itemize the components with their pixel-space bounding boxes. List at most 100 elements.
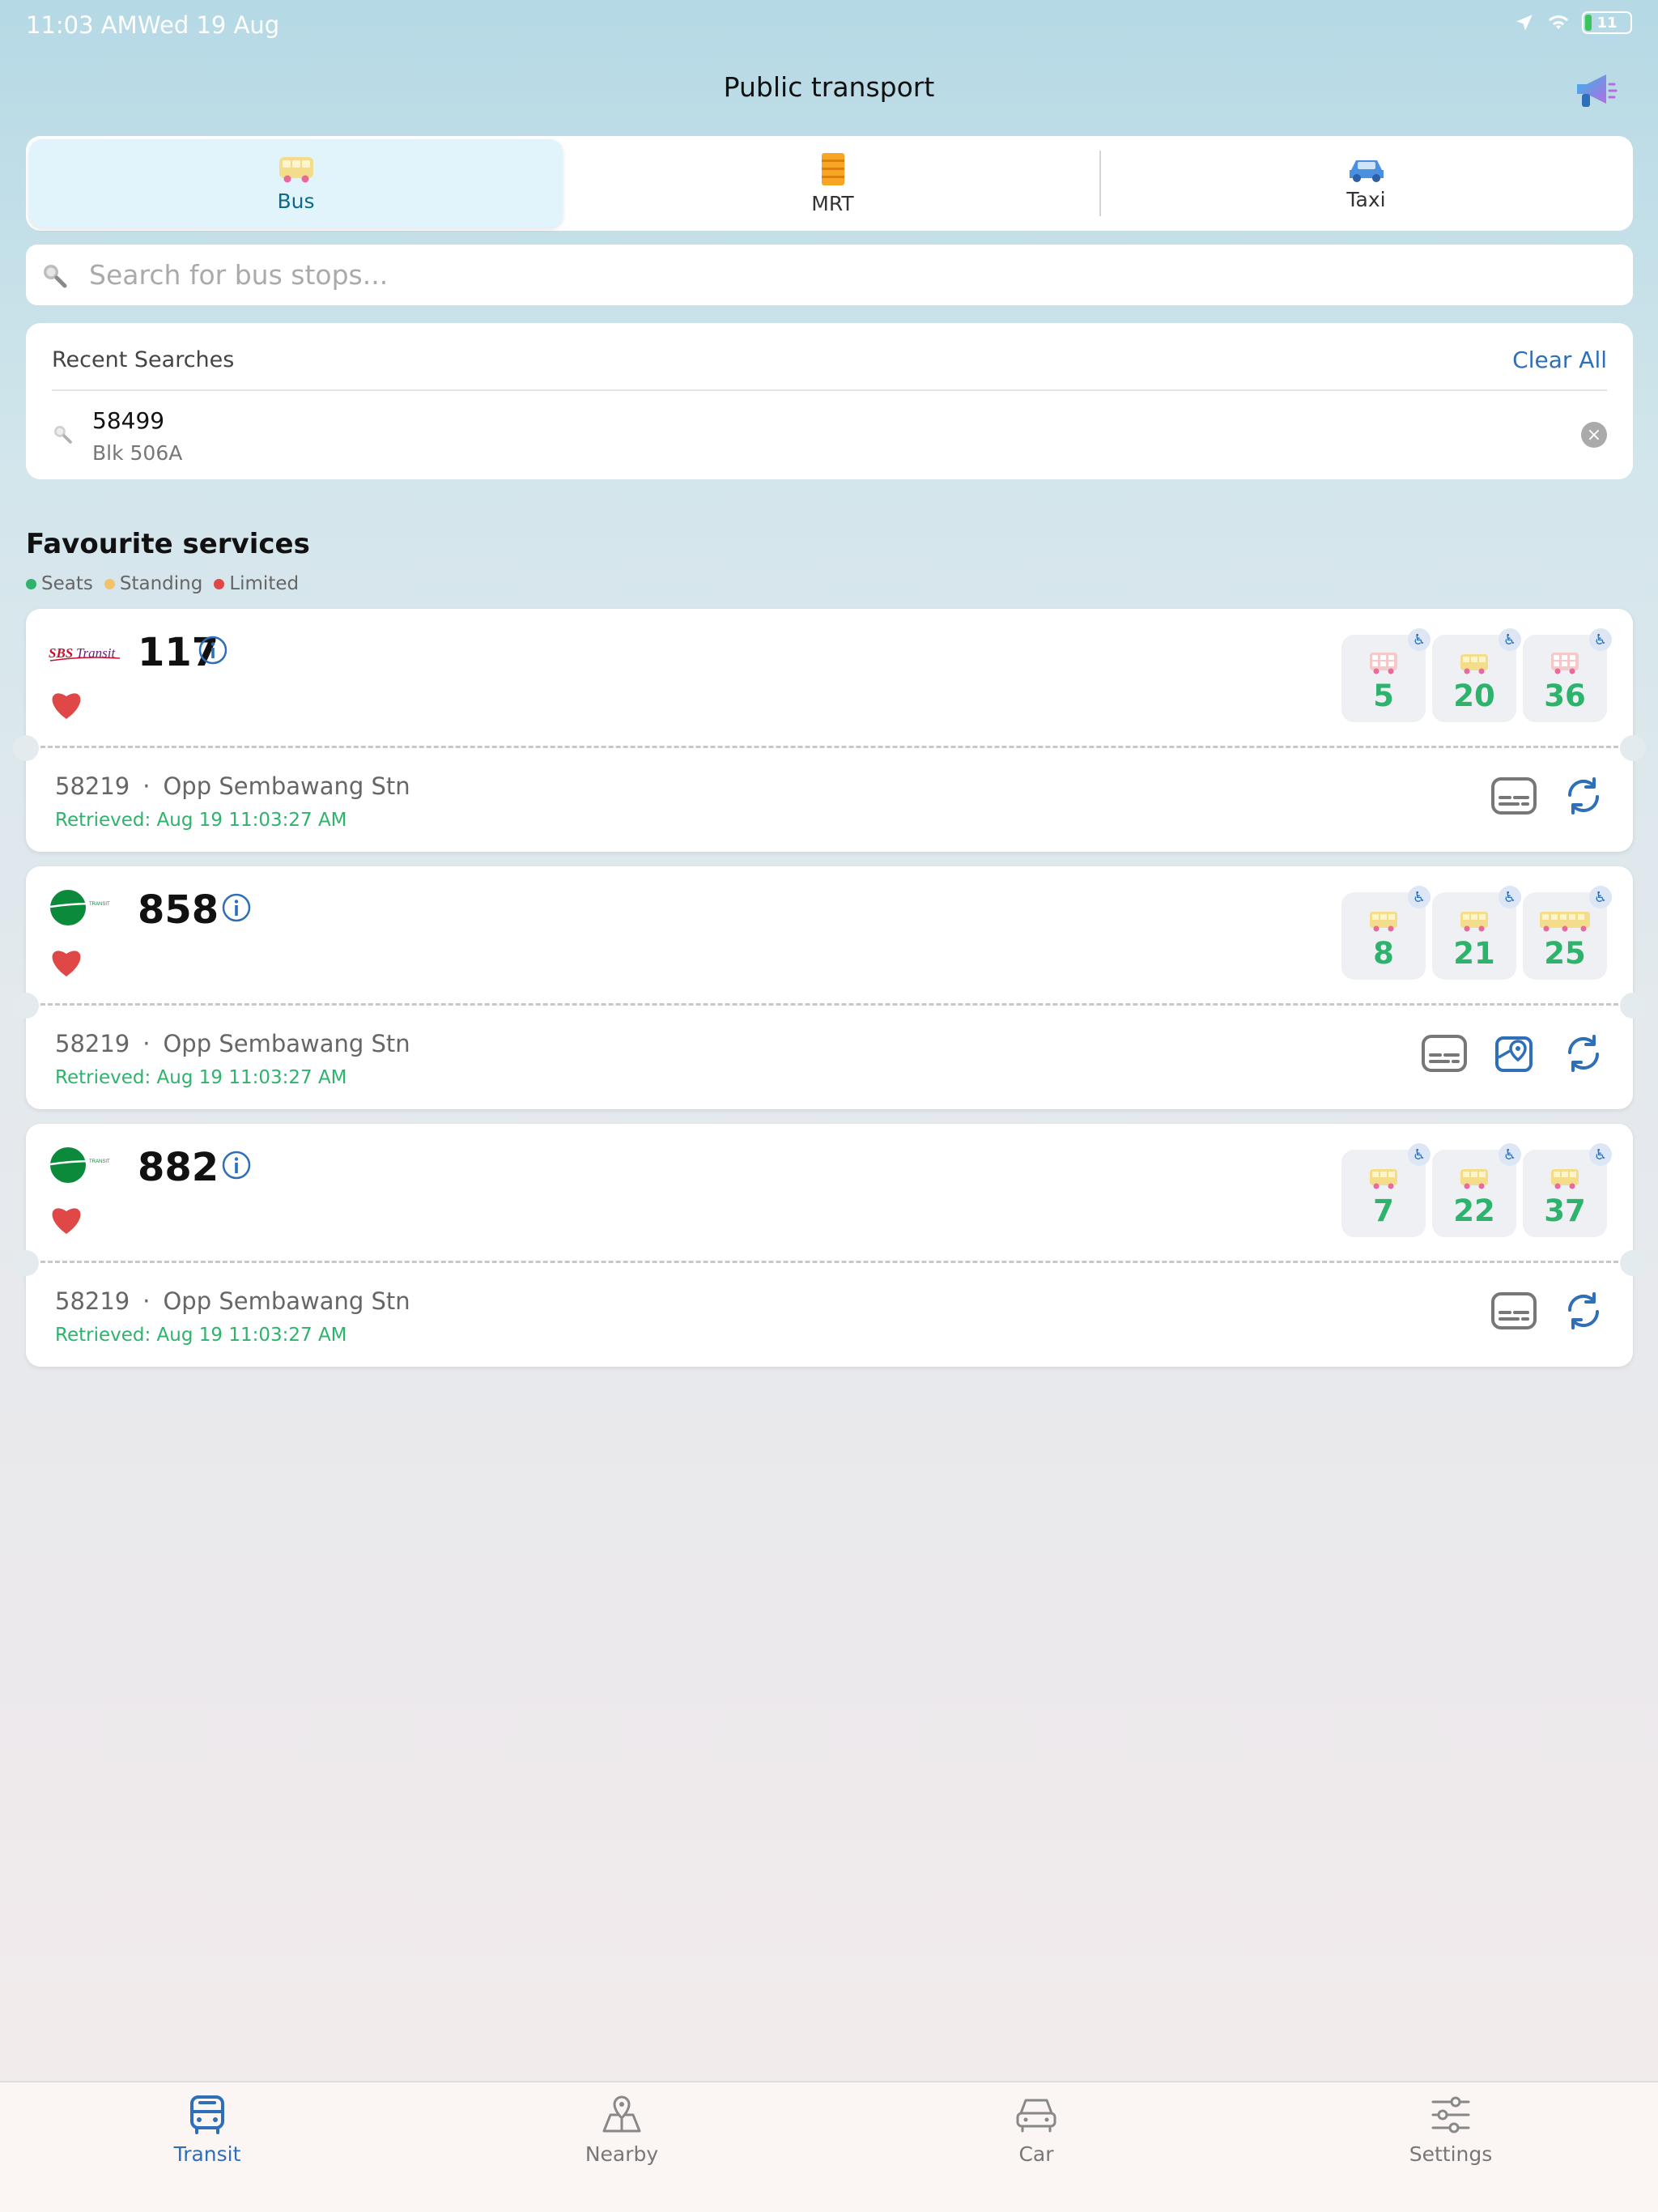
search-icon xyxy=(54,426,72,444)
sliders-icon xyxy=(1431,2096,1470,2133)
service-card-header: TRANSIT 882 7 ♿ 22 ♿ 37 ♿ xyxy=(13,1124,1646,1276)
separator: · xyxy=(142,772,151,800)
recent-searches-title: Recent Searches xyxy=(52,347,235,372)
double-decker-bus-icon xyxy=(1551,653,1579,674)
nav-nearby[interactable]: Nearby xyxy=(414,2082,829,2212)
heart-icon[interactable] xyxy=(49,688,84,721)
tower-transit-logo: TRANSIT xyxy=(49,1147,119,1183)
stop-code: 58219 xyxy=(55,1030,130,1057)
nav-settings-label: Settings xyxy=(1409,2142,1493,2166)
arrival-times: 8 ♿ 21 ♿ 25 ♿ xyxy=(1341,886,1612,980)
favourites-title: Favourite services xyxy=(26,528,310,560)
map-location-icon xyxy=(602,2095,641,2133)
arrival-minutes: 21 xyxy=(1453,936,1495,971)
tab-mrt-label: MRT xyxy=(811,192,854,215)
service-card[interactable]: TRANSIT 858 8 ♿ 21 ♿ 25 ♿ 58219 · Opp Sem xyxy=(13,866,1646,1109)
refresh-button[interactable] xyxy=(1560,772,1607,819)
arrival-slot: 22 ♿ xyxy=(1432,1143,1521,1237)
heart-icon[interactable] xyxy=(49,1203,84,1236)
legend-limited: Limited xyxy=(214,573,299,594)
refresh-button[interactable] xyxy=(1560,1030,1607,1077)
tower-transit-logo: TRANSIT xyxy=(49,890,119,925)
arrival-minutes: 20 xyxy=(1453,678,1495,713)
bus-icon xyxy=(1460,912,1488,932)
tab-mrt[interactable]: MRT xyxy=(566,136,1099,231)
bottom-tab-bar: Transit Nearby Car Settings xyxy=(0,2081,1658,2212)
arrival-times: 7 ♿ 22 ♿ 37 ♿ xyxy=(1341,1143,1612,1237)
nav-nearby-label: Nearby xyxy=(585,2142,659,2166)
nav-transit[interactable]: Transit xyxy=(0,2082,414,2212)
card-actions xyxy=(1490,772,1607,819)
arrival-slot: 7 ♿ xyxy=(1341,1143,1431,1237)
arrival-slot: 5 ♿ xyxy=(1341,628,1431,722)
wheelchair-icon: ♿ xyxy=(1589,886,1612,908)
stop-name: Opp Sembawang Stn xyxy=(163,1287,410,1315)
tab-taxi-label: Taxi xyxy=(1346,188,1386,211)
bus-icon xyxy=(1460,1169,1488,1189)
sbs-transit-logo: SBS Transit xyxy=(49,645,120,661)
subtitles-button[interactable] xyxy=(1421,1030,1468,1077)
recent-search-item[interactable]: 58499 Blk 506A × xyxy=(26,391,1633,478)
arrival-minutes: 36 xyxy=(1544,678,1586,713)
legend-dot xyxy=(214,578,225,589)
info-icon[interactable] xyxy=(221,892,252,923)
nav-car[interactable]: Car xyxy=(829,2082,1244,2212)
separator: · xyxy=(142,1287,151,1315)
service-card[interactable]: SBS Transit 117 5 ♿ 20 ♿ 36 ♿ 58219 · Op… xyxy=(13,609,1646,852)
arrival-minutes: 7 xyxy=(1373,1193,1394,1228)
wifi-icon xyxy=(1549,15,1568,29)
arrival-slot: 8 ♿ xyxy=(1341,886,1431,980)
bus-stop-line: 58219 · Opp Sembawang Stn xyxy=(55,1287,410,1315)
stop-name: Opp Sembawang Stn xyxy=(163,772,410,800)
route-map-button[interactable] xyxy=(1490,1030,1537,1077)
bus-icon xyxy=(1370,912,1397,932)
recent-searches-card: Recent Searches Clear All 58499 Blk 506A… xyxy=(26,323,1633,479)
crowd-legend: Seats Standing Limited xyxy=(26,573,299,594)
recent-stop-name: Blk 506A xyxy=(92,441,183,465)
status-bar: 11:03 AM Wed 19 Aug 11 xyxy=(0,0,1658,52)
arrival-slot: 37 ♿ xyxy=(1523,1143,1612,1237)
legend-label: Seats xyxy=(41,573,93,594)
clear-all-button[interactable]: Clear All xyxy=(1512,347,1607,373)
bus-icon xyxy=(1370,1169,1397,1189)
subtitles-icon xyxy=(1491,777,1537,815)
page-title: Public transport xyxy=(723,71,935,103)
service-card-header: TRANSIT 858 8 ♿ 21 ♿ 25 ♿ xyxy=(13,866,1646,1019)
service-card[interactable]: TRANSIT 882 7 ♿ 22 ♿ 37 ♿ 58219 · Opp Sem xyxy=(13,1124,1646,1367)
arrival-times: 5 ♿ 20 ♿ 36 ♿ xyxy=(1341,628,1612,722)
bus-stop-line: 58219 · Opp Sembawang Stn xyxy=(55,1030,410,1057)
service-card-footer: 58219 · Opp Sembawang Stn Retrieved: Aug 1… xyxy=(26,1263,1633,1364)
search-input[interactable] xyxy=(89,259,1546,291)
wheelchair-icon: ♿ xyxy=(1589,1143,1612,1166)
subtitles-button[interactable] xyxy=(1490,1287,1537,1334)
refresh-icon xyxy=(1567,1292,1600,1329)
subtitles-icon xyxy=(1422,1035,1467,1072)
heart-icon[interactable] xyxy=(49,946,84,978)
refresh-button[interactable] xyxy=(1560,1287,1607,1334)
info-icon[interactable] xyxy=(221,1150,252,1180)
announcement-button[interactable] xyxy=(1572,70,1618,112)
recent-searches-header: Recent Searches Clear All xyxy=(52,323,1607,391)
tab-bus[interactable]: Bus xyxy=(29,139,563,228)
tab-taxi[interactable]: Taxi xyxy=(1099,136,1633,231)
svg-text:TRANSIT: TRANSIT xyxy=(89,1159,110,1164)
search-bar xyxy=(26,245,1633,305)
wheelchair-icon: ♿ xyxy=(1499,1143,1521,1166)
status-date: Wed 19 Aug xyxy=(138,11,280,39)
nav-transit-label: Transit xyxy=(173,2142,241,2166)
service-card-footer: 58219 · Opp Sembawang Stn Retrieved: Aug 1… xyxy=(26,748,1633,849)
nav-car-label: Car xyxy=(1018,2142,1054,2166)
subtitles-button[interactable] xyxy=(1490,772,1537,819)
car-front-icon xyxy=(1016,2099,1056,2133)
card-actions xyxy=(1490,1287,1607,1334)
close-icon: × xyxy=(1586,424,1602,445)
recent-stop-code: 58499 xyxy=(92,407,165,434)
remove-recent-button[interactable]: × xyxy=(1581,422,1607,448)
status-icons: 11 xyxy=(1514,11,1632,34)
arrival-slot: 21 ♿ xyxy=(1432,886,1521,980)
wheelchair-icon: ♿ xyxy=(1589,628,1612,651)
info-icon[interactable] xyxy=(198,635,228,666)
legend-dot xyxy=(26,578,36,589)
megaphone-icon xyxy=(1577,74,1618,107)
nav-settings[interactable]: Settings xyxy=(1244,2082,1658,2212)
